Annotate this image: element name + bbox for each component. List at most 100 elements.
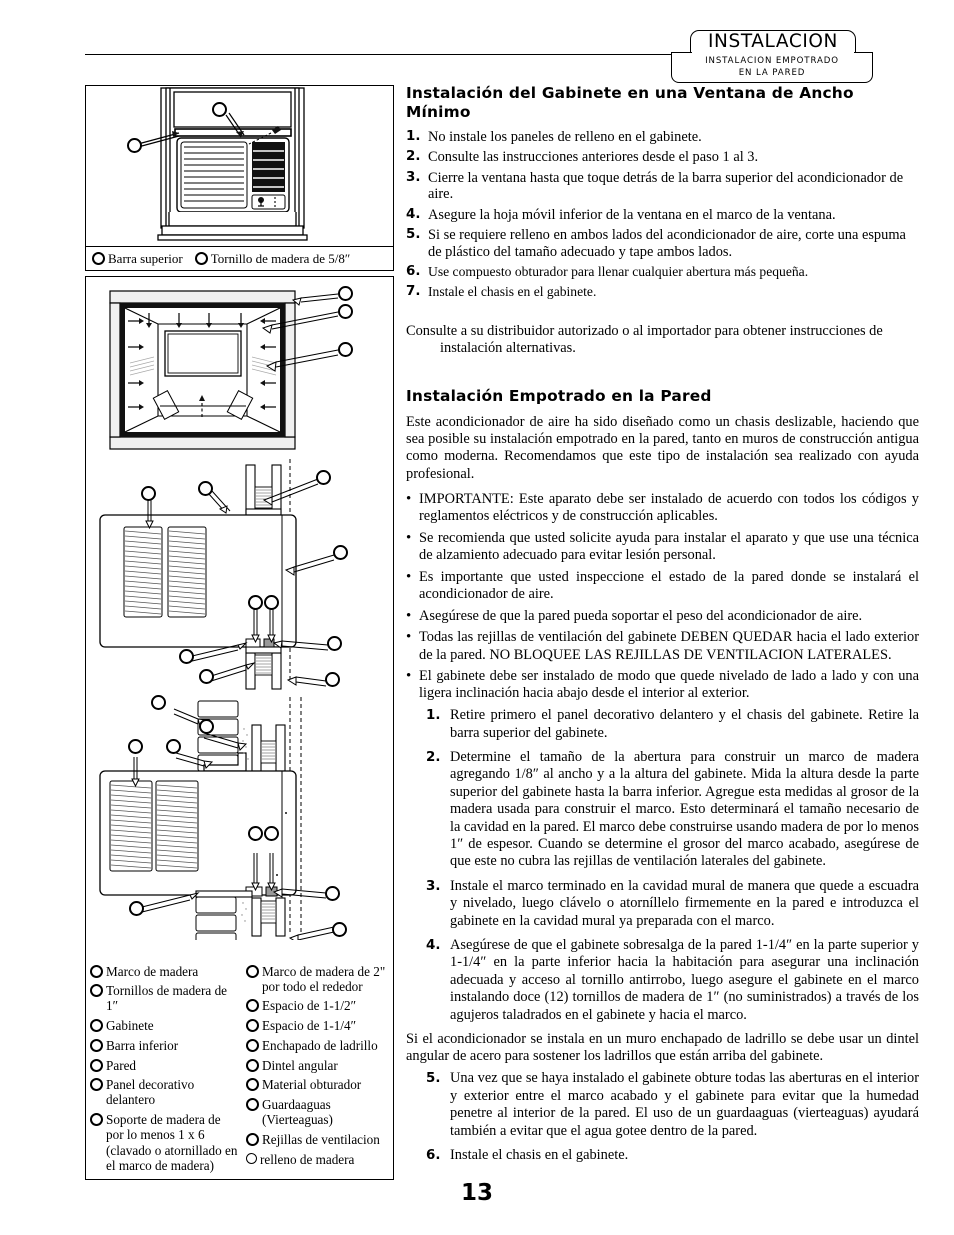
callout-marker-c5 xyxy=(248,826,263,841)
list-item: • El gabinete debe ser instalado de modo… xyxy=(406,668,919,702)
callout-marker-b7 xyxy=(327,636,342,651)
list-item: 2. Consulte las instrucciones anteriores… xyxy=(406,149,919,166)
section2-steps-list-a: 1. Retire primero el panel decorativo de… xyxy=(426,707,919,1024)
legend-item: Panel decorativo delantero xyxy=(90,1077,240,1107)
figure-bottom-legend: Marco de madera Tornillos de madera de 1… xyxy=(90,964,390,1173)
callout-marker-c6 xyxy=(264,826,279,841)
legend-item: Rejillas de ventilacion xyxy=(245,1131,390,1147)
bullet-text: Asegúrese de que la pared pueda soportar… xyxy=(419,607,863,624)
step-number: 7. xyxy=(406,284,421,300)
legend-column-right: Marco de madera de 2" por todo el rededo… xyxy=(245,963,390,1173)
step-text: Cierre la ventana hasta que toque detrás… xyxy=(428,169,904,203)
bullet-icon: • xyxy=(406,490,412,507)
step-text: Retire primero el panel decorativo delan… xyxy=(450,707,919,741)
legend-item: Gabinete xyxy=(90,1018,240,1033)
section1-heading: Instalación del Gabinete en una Ventana … xyxy=(406,84,854,121)
list-item: 1. No instale los paneles de relleno en … xyxy=(406,129,919,146)
legend-item: Enchapado de ladrillo xyxy=(245,1037,390,1053)
legend-label: relleno de madera xyxy=(259,1151,355,1167)
list-item: 3. Instale el marco terminado en la cavi… xyxy=(426,878,919,930)
legend-label: Espacio de 1-1/4″ xyxy=(261,1018,357,1034)
callout-marker-b5 xyxy=(248,595,263,610)
callout-marker-c2 xyxy=(199,719,214,734)
list-item: 3. Cierre la ventana hasta que toque det… xyxy=(406,170,919,204)
legend-label: Tornillo de madera de 5/8″ xyxy=(210,250,351,266)
bullet-icon: • xyxy=(406,607,412,624)
legend-label: Marco de madera de 2" por todo el rededo… xyxy=(261,963,386,994)
callout-marker-b4 xyxy=(141,486,156,501)
list-item: 2. Determine el tamaño de la abertura pa… xyxy=(426,749,919,871)
legend-column-left: Marco de madera Tornillos de madera de 1… xyxy=(90,964,240,1173)
list-item: 4. Asegure la hoja móvil inferior de la … xyxy=(406,207,919,224)
legend-label: Barra superior xyxy=(108,250,183,266)
legend-bullet-icon xyxy=(245,999,259,1013)
legend-bullet-icon xyxy=(245,1152,257,1164)
bullet-text: IMPORTANTE: Este aparato debe ser instal… xyxy=(419,490,919,525)
legend-item: Material obturador xyxy=(245,1077,390,1092)
legend-bullet-icon xyxy=(90,1019,103,1033)
legend-bullet-icon xyxy=(245,1078,259,1092)
step-text: Asegure la hoja móvil inferior de la ven… xyxy=(428,206,836,223)
callout-marker-c9 xyxy=(332,922,347,937)
legend-bullet-icon xyxy=(92,251,105,265)
list-item: • Asegúrese de que la pared pueda soport… xyxy=(406,608,919,625)
legend-label: Panel decorativo delantero xyxy=(106,1077,195,1108)
legend-bullet-icon xyxy=(245,1038,259,1052)
section1-closing-paragraph: Consulte a su distribuidor autorizado o … xyxy=(406,322,883,356)
diagram-cross-section-upper xyxy=(99,459,335,690)
callout-marker-a3 xyxy=(338,342,353,357)
step-text: No instale los paneles de relleno en el … xyxy=(428,129,702,145)
legend-label: Espacio de 1-1/2″ xyxy=(261,998,357,1014)
legend-label: Soporte de madera de por lo menos 1 x 6 … xyxy=(106,1112,238,1173)
list-item: • Se recomienda que usted solicite ayuda… xyxy=(406,530,919,564)
legend-label: Enchapado de ladrillo xyxy=(261,1037,378,1053)
legend-label: Barra inferior xyxy=(106,1037,179,1053)
bullet-text: Todas las rejillas de ventilación del ga… xyxy=(419,629,919,663)
step-number: 2. xyxy=(426,749,441,765)
legend-bullet-icon xyxy=(90,1058,103,1072)
callout-marker-b6 xyxy=(264,595,279,610)
list-item: 1. Retire primero el panel decorativo de… xyxy=(426,707,919,742)
step-text: Si se requiere relleno en ambos lados de… xyxy=(428,226,906,260)
section2-bullet-list: • IMPORTANTE: Este aparato debe ser inst… xyxy=(406,491,919,703)
section2-mid-paragraph: Si el acondicionador se instala en un mu… xyxy=(406,1031,919,1065)
step-text: Una vez que se haya instalado el gabinet… xyxy=(450,1070,919,1139)
header-subtitle-line1: INSTALACION EMPOTRADO xyxy=(705,56,839,66)
section2-heading: Instalación Empotrado en la Pared xyxy=(406,387,712,406)
list-item: • IMPORTANTE: Este aparato debe ser inst… xyxy=(406,491,919,525)
section-header-badge: INSTALACION INSTALACION EMPOTRADO EN LA … xyxy=(671,30,873,83)
page-number: 13 xyxy=(460,1180,493,1206)
legend-item: Espacio de 1-1/4″ xyxy=(245,1018,390,1034)
legend-bullet-icon xyxy=(90,964,103,978)
legend-item: Tornillo de madera de 5/8″ xyxy=(194,250,351,266)
callout-marker-a2 xyxy=(338,304,353,319)
step-text: Determine el tamaño de la abertura para … xyxy=(450,748,919,870)
list-item: • Es importante que usted inspeccione el… xyxy=(406,569,919,603)
legend-label: Dintel angular xyxy=(261,1057,338,1073)
legend-label: Gabinete xyxy=(106,1018,154,1034)
section2-intro-paragraph: Este acondicionador de aire ha sido dise… xyxy=(406,414,919,482)
step-text: Instale el marco terminado en la cavidad… xyxy=(450,877,919,929)
list-item: 6. Use compuesto obturador para llenar c… xyxy=(406,264,919,281)
legend-item: Soporte de madera de por lo menos 1 x 6 … xyxy=(90,1112,240,1173)
step-number: 3. xyxy=(406,169,421,185)
step-number: 3. xyxy=(426,878,441,894)
legend-bullet-icon xyxy=(90,1113,103,1127)
list-item: 6. Instale el chasis en el gabinete. xyxy=(426,1147,919,1164)
callout-marker-b9 xyxy=(199,669,214,684)
bullet-text: El gabinete debe ser instalado de modo q… xyxy=(419,668,919,702)
legend-item: Marco de madera xyxy=(90,964,240,979)
legend-label: Guardaaguas (Vierteaguas) xyxy=(261,1096,333,1128)
bullet-icon: • xyxy=(406,529,412,546)
list-item: 5. Si se requiere relleno en ambos lados… xyxy=(406,227,919,261)
legend-item: Pared xyxy=(90,1058,240,1073)
legend-label: Rejillas de ventilacion xyxy=(261,1131,380,1147)
header-box-joint-mask xyxy=(692,51,854,54)
bullet-icon: • xyxy=(406,668,412,685)
step-text: Instale el chasis en el gabinete. xyxy=(450,1147,629,1164)
callout-marker-c8 xyxy=(129,901,144,916)
step-number: 1. xyxy=(426,708,441,724)
window-ac-illustration xyxy=(137,87,308,241)
legend-bullet-icon xyxy=(245,1058,259,1072)
legend-item: Espacio de 1-1/2″ xyxy=(245,998,390,1014)
